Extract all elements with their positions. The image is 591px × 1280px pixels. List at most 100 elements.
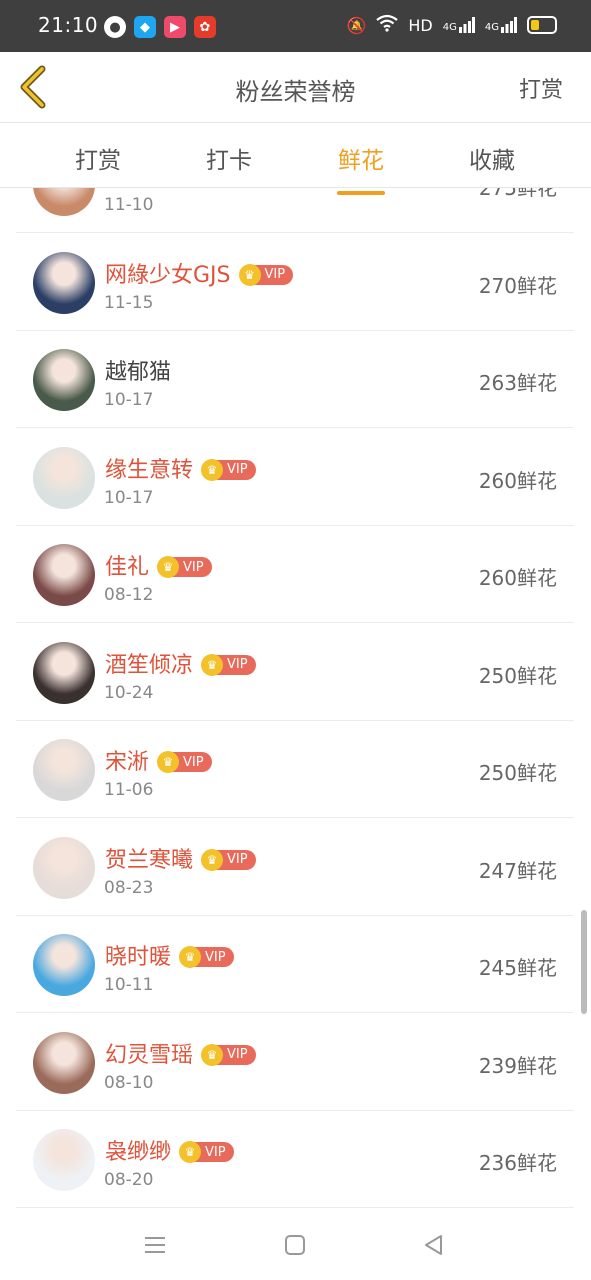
crown-icon: ♛: [201, 653, 224, 676]
user-name-text: 袅缈缈: [105, 1140, 172, 1165]
user-name[interactable]: 缘生意转 ♛ VIP: [105, 452, 256, 484]
scrollbar[interactable]: [581, 910, 587, 1014]
reward-button[interactable]: 打赏: [519, 72, 563, 104]
globe-icon: ●: [104, 16, 126, 38]
status-bar: 21:10 ● ◆ ▶ ✿ 🔕 HD 4G 4G: [0, 0, 591, 52]
avatar[interactable]: [33, 188, 95, 216]
user-name[interactable]: 网綠少女GJS ♛ VIP: [105, 257, 294, 289]
crown-icon: ♛: [201, 1043, 224, 1066]
avatar[interactable]: [33, 349, 95, 411]
avatar[interactable]: [33, 641, 95, 704]
avatar[interactable]: [33, 544, 95, 606]
tab-label: 打卡: [206, 148, 252, 174]
user-name-text: 越郁猫: [105, 360, 172, 385]
user-name[interactable]: 酒笙倾凉 ♛ VIP: [105, 647, 256, 679]
vip-label: VIP: [227, 657, 248, 672]
list-item[interactable]: 晓时暖 ♛ VIP 10-11 245鲜花: [16, 915, 574, 1013]
vip-badge: ♛ VIP: [201, 1043, 256, 1066]
tab-favorites[interactable]: 收藏: [442, 141, 542, 175]
hd-indicator: HD: [408, 15, 433, 35]
back-nav-button[interactable]: [421, 1232, 447, 1258]
user-name[interactable]: 宋淅 ♛ VIP: [105, 744, 212, 776]
vip-label: VIP: [264, 267, 286, 282]
vip-badge: ♛ VIP: [179, 1141, 234, 1163]
vip-badge: ♛ VIP: [201, 653, 256, 676]
mute-icon: 🔕: [346, 15, 367, 35]
menu-icon: [145, 1237, 165, 1253]
menu-button[interactable]: [142, 1232, 168, 1258]
user-name-text: 酒笙倾凉: [105, 652, 194, 678]
vip-label: VIP: [183, 559, 204, 575]
signal-label-2: 4G: [484, 22, 499, 33]
user-name[interactable]: 幻灵雪瑶 ♛ VIP: [105, 1037, 256, 1069]
user-name-text: 网綠少女GJS: [105, 262, 231, 288]
vip-badge: ♛ VIP: [238, 263, 294, 286]
tab-flowers[interactable]: 鲜花: [311, 141, 411, 195]
date: 10-11: [104, 975, 154, 995]
avatar[interactable]: [33, 934, 95, 996]
avatar[interactable]: [33, 251, 95, 314]
signal-icon-2: 4G: [485, 17, 517, 33]
date: 08-10: [104, 1072, 154, 1093]
avatar[interactable]: [33, 836, 95, 899]
flower-amount: 263鲜花: [478, 371, 557, 395]
flower-amount: 245鲜花: [478, 956, 557, 980]
vip-badge: ♛ VIP: [201, 848, 256, 871]
home-icon: [285, 1235, 305, 1255]
tab-label: 收藏: [469, 148, 515, 174]
avatar[interactable]: [33, 446, 95, 509]
flower-amount: 275鲜花: [478, 188, 557, 200]
vip-label: VIP: [227, 462, 248, 477]
list-item[interactable]: 贺兰寒曦 ♛ VIP 08-23 247鲜花: [16, 818, 574, 916]
page-title: 粉丝荣誉榜: [235, 78, 356, 106]
shopping-app-icon: ✿: [194, 16, 216, 38]
user-name[interactable]: 佳礼 ♛ VIP: [105, 549, 212, 581]
date: 10-17: [104, 487, 154, 508]
vip-badge: ♛ VIP: [157, 556, 212, 578]
wifi-icon: [376, 14, 399, 36]
vip-label: VIP: [205, 1144, 226, 1160]
vip-label: VIP: [183, 754, 204, 770]
date: 08-23: [104, 877, 154, 898]
user-name-text: 晓时暖: [105, 945, 172, 970]
list-item[interactable]: 11-10 275鲜花: [16, 188, 574, 233]
list-item[interactable]: 缘生意转 ♛ VIP 10-17 260鲜花: [16, 428, 574, 526]
date: 08-12: [104, 585, 154, 605]
flower-amount: 250鲜花: [478, 761, 557, 785]
avatar[interactable]: [33, 739, 95, 801]
notification-icons: ● ◆ ▶ ✿: [104, 16, 216, 38]
list-item[interactable]: 越郁猫 10-17 263鲜花: [16, 330, 574, 428]
flower-amount: 270鲜花: [478, 273, 557, 298]
date: 10-24: [104, 682, 154, 703]
list-item[interactable]: 网綠少女GJS ♛ VIP 11-15 270鲜花: [16, 233, 574, 331]
list-item[interactable]: 酒笙倾凉 ♛ VIP 10-24 250鲜花: [16, 623, 574, 721]
user-name-text: 缘生意转: [105, 457, 194, 483]
tab-checkin[interactable]: 打卡: [179, 141, 279, 175]
date: 11-06: [104, 780, 154, 800]
home-button[interactable]: [282, 1232, 308, 1258]
list-item[interactable]: 宋淅 ♛ VIP 11-06 250鲜花: [16, 720, 574, 818]
list-item[interactable]: 佳礼 ♛ VIP 08-12 260鲜花: [16, 525, 574, 623]
tab-reward[interactable]: 打赏: [48, 141, 148, 175]
avatar[interactable]: [33, 1031, 95, 1094]
list-item[interactable]: 袅缈缈 ♛ VIP 08-20 236鲜花: [16, 1110, 574, 1208]
status-time: 21:10: [38, 13, 99, 37]
crown-icon: ♛: [157, 751, 180, 773]
flower-amount: 250鲜花: [478, 663, 557, 688]
user-name[interactable]: 晓时暖 ♛ VIP: [105, 939, 234, 971]
list-item[interactable]: 幻灵雪瑶 ♛ VIP 08-10 239鲜花: [16, 1013, 574, 1111]
tab-label: 打赏: [75, 148, 121, 174]
user-name[interactable]: 贺兰寒曦 ♛ VIP: [105, 842, 256, 874]
user-name[interactable]: 越郁猫: [105, 354, 171, 386]
crown-icon: ♛: [157, 556, 180, 578]
date: 11-10: [104, 195, 154, 215]
crown-icon: ♛: [238, 263, 261, 286]
flower-amount: 247鲜花: [478, 858, 557, 883]
fan-ranking-list[interactable]: 11-10 275鲜花 网綠少女GJS ♛ VIP 11-15 270鲜花 越郁猫 10-17 2…: [0, 188, 591, 1210]
avatar[interactable]: [33, 1129, 95, 1191]
vip-badge: ♛ VIP: [201, 458, 256, 481]
user-name[interactable]: 袅缈缈 ♛ VIP: [105, 1134, 234, 1166]
user-name-text: 幻灵雪瑶: [105, 1042, 194, 1068]
signal-label-1: 4G: [442, 22, 457, 33]
user-name-text: 宋淅: [105, 750, 150, 775]
